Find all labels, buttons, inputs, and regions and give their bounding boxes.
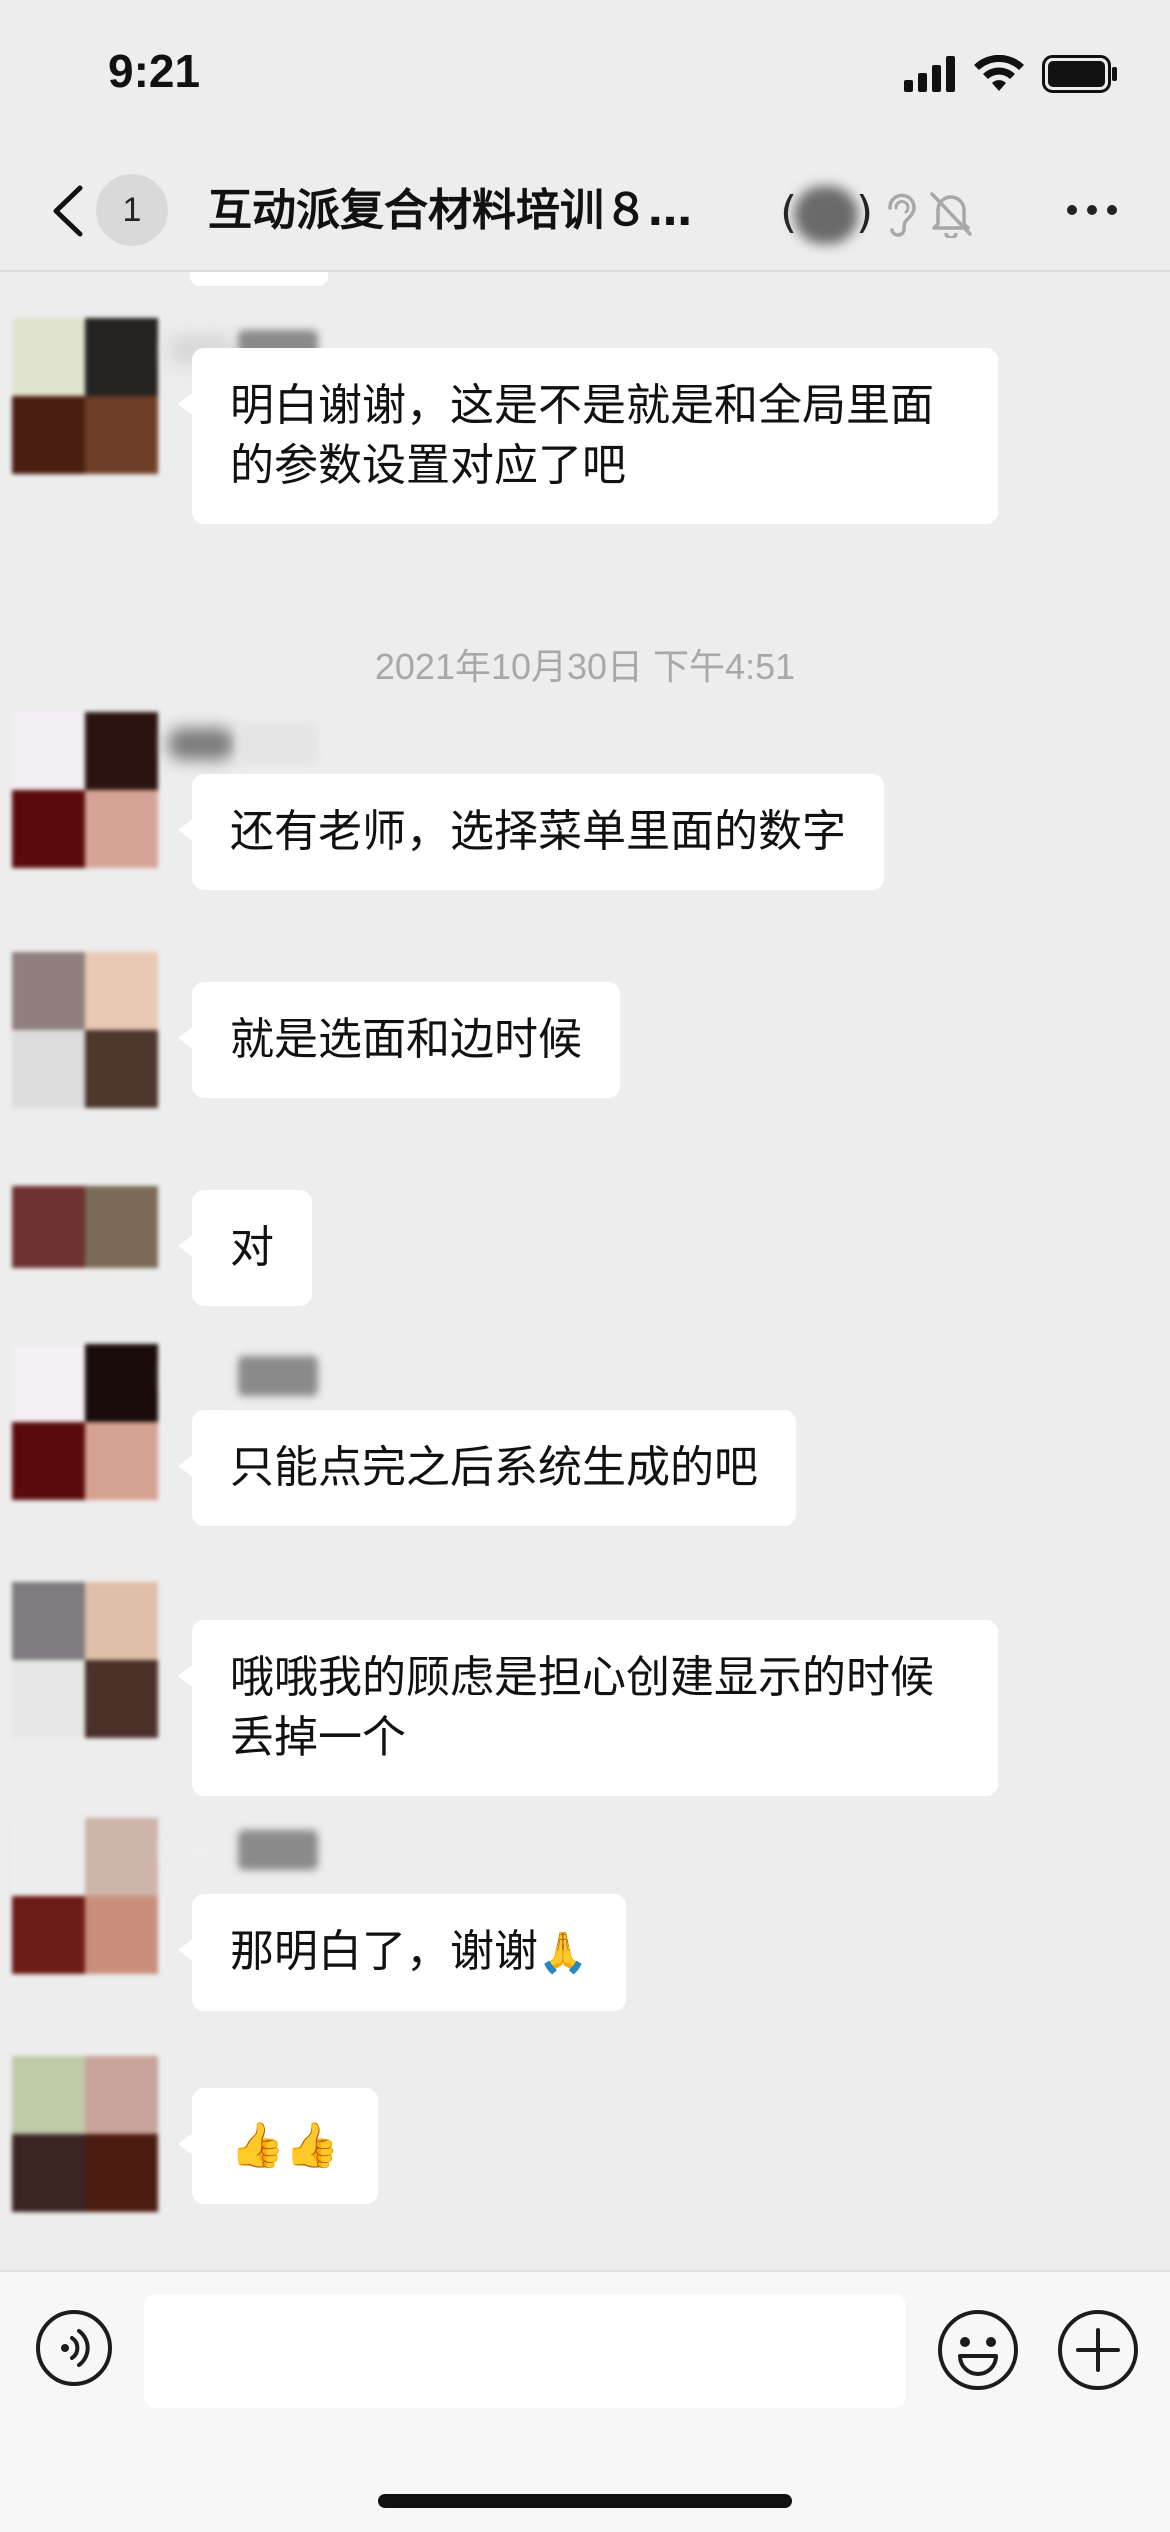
avatar[interactable] <box>12 2056 158 2212</box>
avatar-tile <box>12 1582 85 1660</box>
avatar-tile <box>85 1818 158 1896</box>
wifi-icon <box>974 55 1024 91</box>
avatar-tile <box>12 1030 85 1108</box>
avatar[interactable] <box>12 318 158 474</box>
avatar-tile <box>12 1896 85 1974</box>
status-bar: 9:21 <box>0 0 1170 150</box>
message-input[interactable] <box>144 2294 906 2408</box>
status-time: 9:21 <box>108 45 201 97</box>
member-count: ( ) <box>780 184 874 244</box>
avatar-tile <box>85 712 158 790</box>
message-bubble[interactable]: 对 <box>178 1190 312 1306</box>
avatar-tile <box>12 790 85 868</box>
avatar-tile <box>85 952 158 1030</box>
avatar-tile <box>85 1582 158 1660</box>
thumbs-up-emoji-icon[interactable]: 👍👍 <box>178 2088 378 2204</box>
more-dot-icon <box>1107 205 1117 215</box>
message-bubble[interactable]: 哦哦我的顾虑是担心创建显示的时候丢掉一个 <box>178 1620 998 1796</box>
avatar-tile <box>12 1186 85 1268</box>
avatar-tile <box>12 1422 85 1500</box>
avatar-tile <box>85 1896 158 1974</box>
more-dot-icon <box>1087 205 1097 215</box>
avatar-tile <box>85 2134 158 2212</box>
input-bar <box>0 2270 1170 2532</box>
message-bubble[interactable]: 明白谢谢，这是不是就是和全局里面的参数设置对应了吧 <box>178 348 998 524</box>
sender-name-redacted <box>168 716 328 764</box>
avatar-tile <box>12 952 85 1030</box>
avatar-tile <box>12 1344 85 1422</box>
chat-title[interactable]: 互动派复合材料培训８… <box>208 176 748 246</box>
avatar-tile <box>12 1818 85 1896</box>
avatar-tile <box>85 1660 158 1738</box>
avatar[interactable] <box>12 1186 158 1268</box>
status-icons <box>904 52 1118 96</box>
avatar-tile <box>12 712 85 790</box>
avatar[interactable] <box>12 1582 158 1738</box>
cellular-signal-icon <box>904 56 955 92</box>
avatar[interactable] <box>12 952 158 1108</box>
battery-icon <box>1042 55 1117 93</box>
message-bubble[interactable]: 那明白了，谢谢🙏 <box>178 1894 626 2011</box>
avatar-tile <box>85 318 158 396</box>
avatar-tile <box>12 1660 85 1738</box>
avatar-tile <box>12 2056 85 2134</box>
plus-icon[interactable] <box>1056 2308 1140 2392</box>
message-bubble[interactable]: 还有老师，选择菜单里面的数字 <box>178 774 884 890</box>
previous-message-bubble <box>190 272 328 286</box>
avatar-tile <box>85 1030 158 1108</box>
avatar[interactable] <box>12 712 158 868</box>
avatar-tile <box>12 318 85 396</box>
emoji-icon[interactable] <box>936 2308 1020 2392</box>
message-list[interactable]: 明白谢谢，这是不是就是和全局里面的参数设置对应了吧 2021年10月30日 下午… <box>0 272 1170 2270</box>
sender-name-redacted <box>168 1822 328 1870</box>
timestamp-separator: 2021年10月30日 下午4:51 <box>374 646 796 687</box>
home-indicator <box>378 2494 792 2508</box>
avatar-tile <box>85 1422 158 1500</box>
avatar-tile <box>12 396 85 474</box>
message-bubble[interactable]: 只能点完之后系统生成的吧 <box>178 1410 796 1526</box>
mute-bell-icon <box>930 192 972 238</box>
earpiece-icon <box>888 193 916 237</box>
member-count-redacted <box>794 186 858 244</box>
message-text: 那明白了，谢谢 <box>230 1926 538 1977</box>
avatar-tile <box>85 790 158 868</box>
pray-emoji-icon: 🙏 <box>538 1930 588 1976</box>
avatar[interactable] <box>12 1344 158 1500</box>
avatar-tile <box>12 2134 85 2212</box>
sender-name-redacted <box>168 1348 328 1396</box>
unread-badge[interactable]: 1 <box>96 174 168 246</box>
avatar-tile <box>85 2056 158 2134</box>
avatar[interactable] <box>12 1818 158 1974</box>
more-options-button[interactable] <box>1054 180 1130 240</box>
avatar-tile <box>85 396 158 474</box>
message-bubble[interactable]: 就是选面和边时候 <box>178 982 620 1098</box>
more-dot-icon <box>1067 205 1077 215</box>
voice-input-icon[interactable] <box>34 2308 114 2388</box>
avatar-tile <box>85 1344 158 1422</box>
avatar-tile <box>85 1186 158 1268</box>
member-count-close: ) <box>856 187 874 238</box>
chat-header: 1 互动派复合材料培训８… ( ) <box>0 150 1170 272</box>
